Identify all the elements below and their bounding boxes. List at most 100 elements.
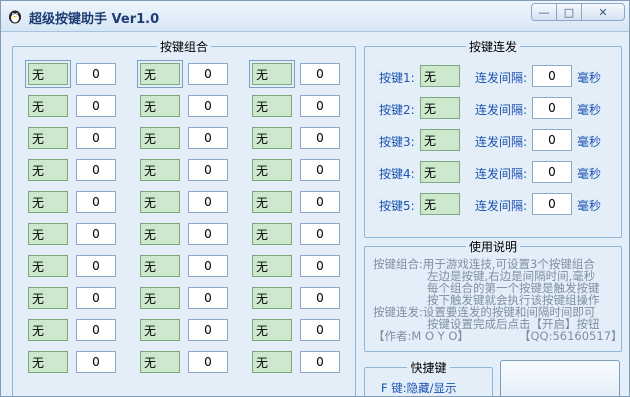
repeat-key-field[interactable]: 无 xyxy=(420,97,460,119)
combo-key-field[interactable]: 无 xyxy=(28,95,68,117)
combo-key-field[interactable]: 无 xyxy=(28,63,68,85)
combo-key-field[interactable]: 无 xyxy=(140,63,180,85)
repeat-interval-label: 连发间隔: xyxy=(475,103,528,117)
author-credit: 【作者:M O Y O】 xyxy=(373,329,469,343)
combo-interval-input[interactable]: 0 xyxy=(76,95,116,117)
repeat-interval-input[interactable]: 0 xyxy=(532,161,572,183)
combo-key-field[interactable]: 无 xyxy=(28,287,68,309)
combo-key-field[interactable]: 无 xyxy=(252,287,292,309)
combo-interval-input[interactable]: 0 xyxy=(188,351,228,373)
combo-key-field[interactable]: 无 xyxy=(252,351,292,373)
combo-interval-input[interactable]: 0 xyxy=(76,255,116,277)
combo-key-field[interactable]: 无 xyxy=(28,159,68,181)
combo-interval-input[interactable]: 0 xyxy=(188,223,228,245)
combo-key-field[interactable]: 无 xyxy=(252,63,292,85)
combo-interval-input[interactable]: 0 xyxy=(76,223,116,245)
combo-interval-input[interactable]: 0 xyxy=(300,127,340,149)
main-content: 按键组合 无0无0无0无0无0无0无0无0无0无0无0无0无0无0无0无0无0无… xyxy=(1,32,629,396)
combo-interval-input[interactable]: 0 xyxy=(188,63,228,85)
combo-interval-input[interactable]: 0 xyxy=(188,255,228,277)
repeat-key-field[interactable]: 无 xyxy=(420,65,460,87)
combo-interval-input[interactable]: 0 xyxy=(300,223,340,245)
combo-key-field[interactable]: 无 xyxy=(252,95,292,117)
combo-key-field[interactable]: 无 xyxy=(28,255,68,277)
repeat-interval-label: 连发间隔: xyxy=(475,71,528,85)
combo-key-field[interactable]: 无 xyxy=(140,127,180,149)
combo-interval-input[interactable]: 0 xyxy=(76,319,116,341)
combo-key-field[interactable]: 无 xyxy=(28,351,68,373)
close-icon: ✕ xyxy=(598,5,608,19)
minimize-button[interactable]: — xyxy=(531,3,557,21)
combo-key-field[interactable]: 无 xyxy=(140,95,180,117)
start-button[interactable] xyxy=(500,360,620,396)
repeat-unit-label: 毫秒 xyxy=(577,199,602,213)
combo-key-field[interactable]: 无 xyxy=(28,127,68,149)
combo-interval-input[interactable]: 0 xyxy=(300,351,340,373)
combo-interval-input[interactable]: 0 xyxy=(300,95,340,117)
combo-interval-input[interactable]: 0 xyxy=(76,287,116,309)
combo-interval-input[interactable]: 0 xyxy=(76,191,116,213)
repeat-interval-input[interactable]: 0 xyxy=(532,129,572,151)
close-button[interactable]: ✕ xyxy=(581,3,625,21)
app-window: 超级按键助手 Ver1.0 — □ ✕ 按键组合 无0无0无0无0无0无0无0无… xyxy=(0,0,630,397)
repeat-interval-label: 连发间隔: xyxy=(475,199,528,213)
repeat-key-field[interactable]: 无 xyxy=(420,161,460,183)
combo-interval-input[interactable]: 0 xyxy=(76,63,116,85)
repeat-key-label: 按键5: xyxy=(379,199,415,213)
combo-group: 按键组合 xyxy=(12,38,356,396)
combo-key-field[interactable]: 无 xyxy=(140,351,180,373)
combo-interval-input[interactable]: 0 xyxy=(188,159,228,181)
combo-key-field[interactable]: 无 xyxy=(252,255,292,277)
combo-interval-input[interactable]: 0 xyxy=(300,287,340,309)
hotkey-text: F 键:隐藏/显示 xyxy=(381,381,457,395)
combo-key-field[interactable]: 无 xyxy=(140,255,180,277)
qq-contact: 【QQ:56160517】 xyxy=(519,329,623,343)
combo-legend: 按键组合 xyxy=(159,40,208,54)
repeat-unit-label: 毫秒 xyxy=(577,135,602,149)
combo-interval-input[interactable]: 0 xyxy=(188,95,228,117)
combo-interval-input[interactable]: 0 xyxy=(76,351,116,373)
combo-key-field[interactable]: 无 xyxy=(140,159,180,181)
combo-key-field[interactable]: 无 xyxy=(140,191,180,213)
repeat-key-label: 按键1: xyxy=(379,71,415,85)
combo-interval-input[interactable]: 0 xyxy=(188,191,228,213)
minimize-icon: — xyxy=(538,5,550,19)
repeat-key-field[interactable]: 无 xyxy=(420,129,460,151)
repeat-interval-input[interactable]: 0 xyxy=(532,65,572,87)
combo-interval-input[interactable]: 0 xyxy=(188,319,228,341)
maximize-button[interactable]: □ xyxy=(556,3,582,21)
combo-interval-input[interactable]: 0 xyxy=(300,255,340,277)
combo-interval-input[interactable]: 0 xyxy=(188,127,228,149)
combo-key-field[interactable]: 无 xyxy=(28,223,68,245)
combo-key-field[interactable]: 无 xyxy=(140,287,180,309)
combo-key-field[interactable]: 无 xyxy=(252,191,292,213)
repeat-key-field[interactable]: 无 xyxy=(420,193,460,215)
combo-interval-input[interactable]: 0 xyxy=(300,319,340,341)
repeat-unit-label: 毫秒 xyxy=(577,103,602,117)
combo-interval-input[interactable]: 0 xyxy=(300,63,340,85)
combo-key-field[interactable]: 无 xyxy=(28,191,68,213)
combo-key-field[interactable]: 无 xyxy=(252,159,292,181)
repeat-interval-input[interactable]: 0 xyxy=(532,193,572,215)
combo-key-field[interactable]: 无 xyxy=(28,319,68,341)
combo-interval-input[interactable]: 0 xyxy=(188,287,228,309)
repeat-unit-label: 毫秒 xyxy=(577,167,602,181)
maximize-icon: □ xyxy=(563,5,575,19)
repeat-legend: 按键连发 xyxy=(468,40,517,54)
combo-key-field[interactable]: 无 xyxy=(252,319,292,341)
repeat-interval-input[interactable]: 0 xyxy=(532,97,572,119)
penguin-app-icon xyxy=(9,10,21,24)
combo-interval-input[interactable]: 0 xyxy=(300,159,340,181)
combo-key-field[interactable]: 无 xyxy=(252,127,292,149)
repeat-key-label: 按键3: xyxy=(379,135,415,149)
combo-key-field[interactable]: 无 xyxy=(140,223,180,245)
combo-key-field[interactable]: 无 xyxy=(252,223,292,245)
combo-interval-input[interactable]: 0 xyxy=(300,191,340,213)
repeat-unit-label: 毫秒 xyxy=(577,71,602,85)
combo-key-field[interactable]: 无 xyxy=(140,319,180,341)
title-bar[interactable]: 超级按键助手 Ver1.0 — □ ✕ xyxy=(1,1,629,32)
combo-interval-input[interactable]: 0 xyxy=(76,159,116,181)
help-legend: 使用说明 xyxy=(468,240,517,254)
window-title: 超级按键助手 Ver1.0 xyxy=(29,12,160,27)
combo-interval-input[interactable]: 0 xyxy=(76,127,116,149)
